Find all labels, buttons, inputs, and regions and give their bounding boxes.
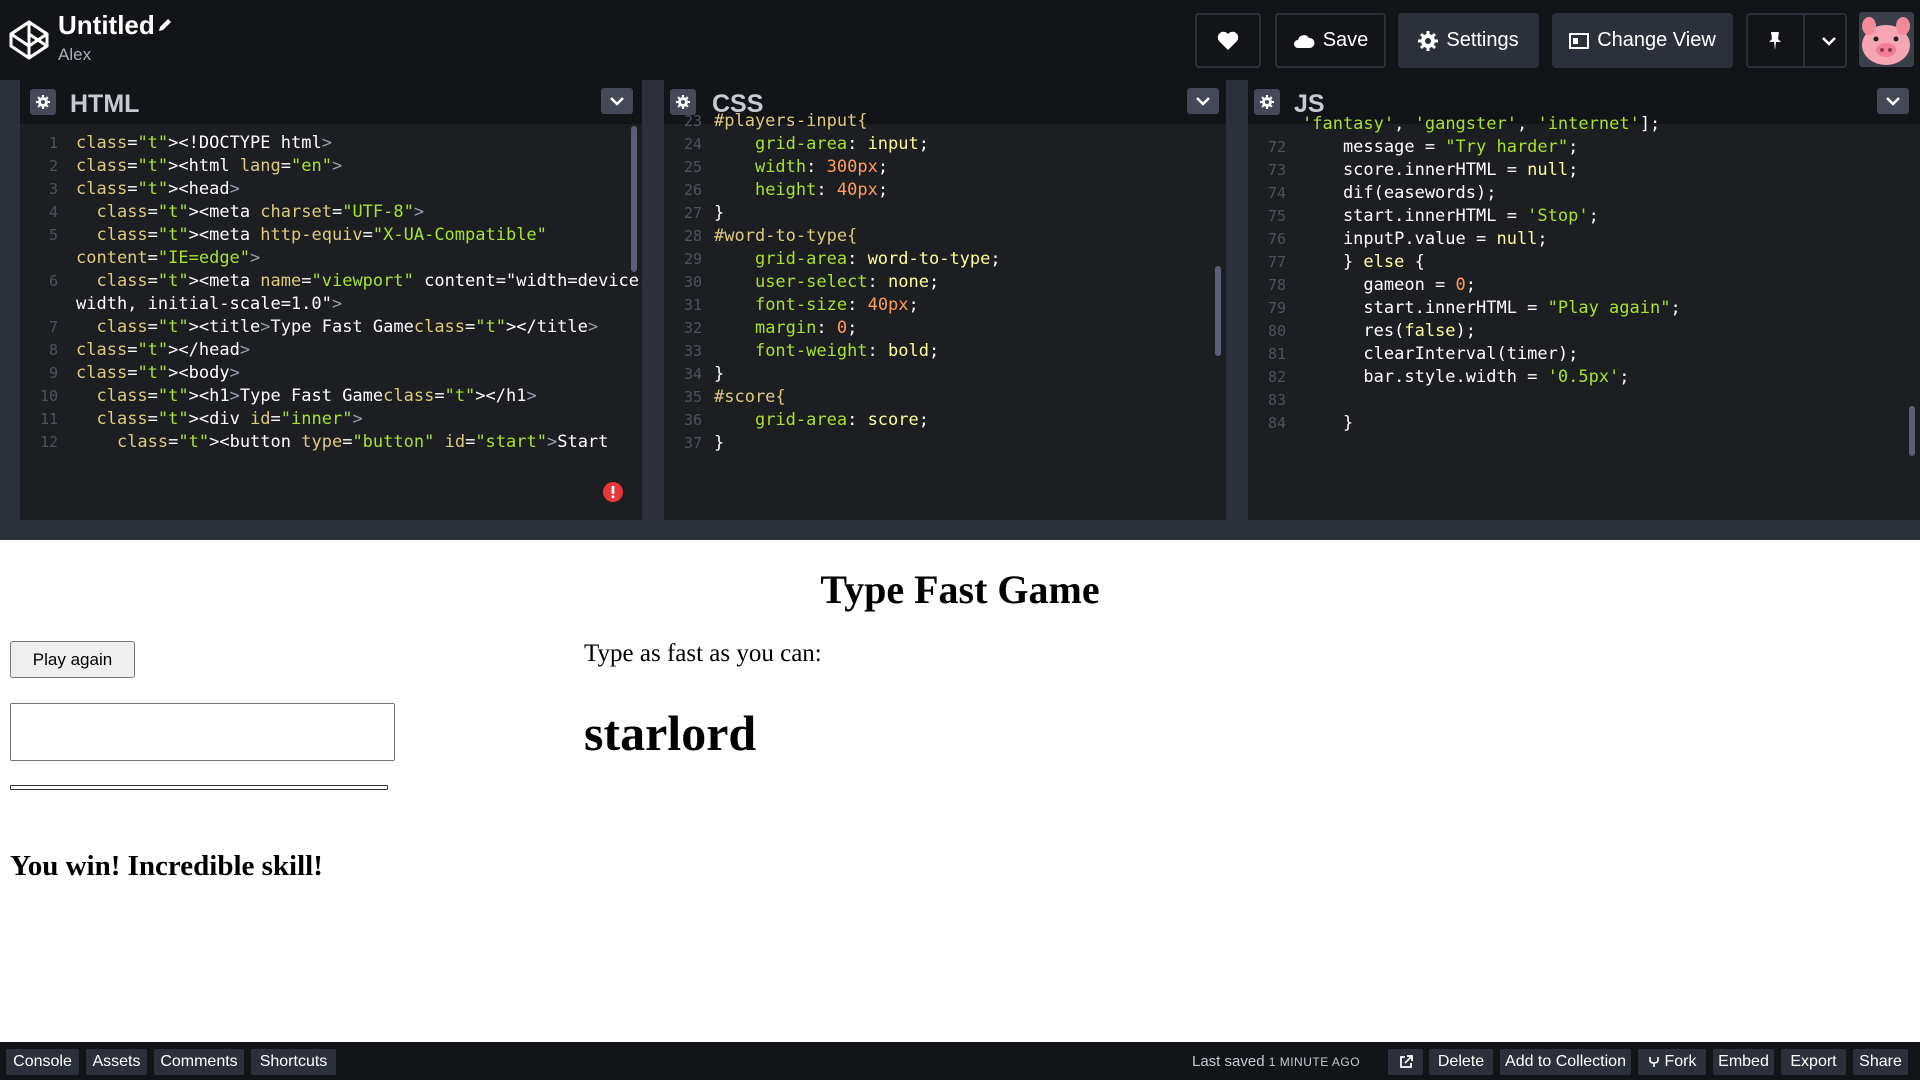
save-button[interactable]: Save (1275, 13, 1386, 68)
pin-dropdown-button[interactable] (1813, 15, 1845, 66)
line-number: 6 (48, 272, 58, 290)
external-link-icon (1399, 1055, 1413, 1068)
layout-icon (1569, 32, 1590, 49)
preview-resize-handle[interactable] (0, 520, 1920, 540)
pin-button[interactable] (1748, 15, 1805, 66)
css-editor-pane: CSS 23 #players-input{24 grid-area: input… (664, 80, 1226, 520)
change-view-button[interactable]: Change View (1552, 13, 1733, 68)
avatar[interactable] (1859, 12, 1914, 67)
app-footer: Console Assets Comments Shortcuts Last s… (0, 1042, 1920, 1080)
word-to-type: starlord (584, 705, 757, 761)
code-line: } (714, 433, 725, 453)
settings-button[interactable]: Settings (1398, 13, 1539, 68)
code-line: grid-area: score; (754, 410, 929, 430)
result-preview: Type Fast Game Play again You win! Incre… (0, 540, 1920, 1042)
html-editor-header: HTML (20, 80, 642, 124)
comments-button[interactable]: Comments (154, 1049, 244, 1075)
cloud-icon (1293, 34, 1315, 48)
js-code-area[interactable]: 'fantasy', 'gangster', 'internet']; 72 me… (1248, 114, 1920, 520)
play-again-button[interactable]: Play again (10, 641, 135, 678)
export-button[interactable]: Export (1781, 1049, 1846, 1075)
open-in-new-window-button[interactable] (1388, 1049, 1423, 1075)
js-editor-scrollbar[interactable] (1909, 406, 1915, 456)
js-settings-button[interactable] (1254, 89, 1280, 115)
delete-button[interactable]: Delete (1429, 1049, 1493, 1075)
settings-label: Settings (1446, 29, 1519, 51)
css-editor-dropdown[interactable] (1187, 88, 1219, 114)
fork-button[interactable]: Fork (1638, 1049, 1706, 1075)
preview-heading: Type Fast Game (820, 567, 1100, 612)
share-button[interactable]: Share (1853, 1049, 1908, 1075)
html-settings-button[interactable] (30, 89, 56, 115)
html-code-area[interactable]: 1 class="t"><!DOCTYPE html> 2 class="t"><ht… (20, 124, 642, 520)
editor-gutter (0, 80, 20, 520)
js-editor-dropdown[interactable] (1877, 88, 1909, 114)
line-number: 5 (48, 226, 58, 244)
html-editor-pane: HTML 1 class="t"><!DOCTYPE html> 2 class="t… (20, 80, 642, 520)
code-line: height: 40px; (754, 180, 889, 200)
pencil-icon[interactable] (156, 16, 174, 34)
chevron-down-icon (610, 97, 624, 106)
chevron-down-icon (1822, 36, 1836, 46)
gear-icon (1260, 95, 1274, 109)
code-line: } (1302, 413, 1354, 433)
resize-handle[interactable] (1226, 80, 1248, 520)
last-saved-ago: 1 MINUTE AGO (1268, 1055, 1361, 1069)
line-number: 12 (39, 433, 58, 451)
players-input[interactable] (10, 703, 395, 761)
chevron-down-icon (1886, 97, 1900, 106)
pin-button-group (1746, 13, 1847, 68)
html-editor-dropdown[interactable] (601, 88, 633, 114)
add-to-collection-button[interactable]: Add to Collection (1500, 1049, 1631, 1075)
resize-handle[interactable] (642, 80, 664, 520)
pen-author[interactable]: Alex (58, 45, 91, 65)
assets-button[interactable]: Assets (86, 1049, 147, 1075)
change-view-label: Change View (1597, 29, 1716, 51)
console-button[interactable]: Console (6, 1049, 79, 1075)
line-number: 37 (683, 434, 702, 452)
avatar-pig (1859, 12, 1914, 67)
save-label: Save (1322, 29, 1369, 51)
embed-button[interactable]: Embed (1713, 1049, 1774, 1075)
code-line: class="t"><button type="button" id="star… (116, 432, 609, 452)
css-editor-scrollbar[interactable] (1215, 266, 1221, 356)
last-saved-label: Last saved (1192, 1053, 1265, 1070)
type-prompt: Type as fast as you can: (584, 640, 822, 667)
code-line: bar.style.width = '0.5px'; (1302, 367, 1630, 387)
last-saved-status: Last saved 1 MINUTE AGO (1192, 1053, 1360, 1070)
line-number: 84 (1267, 414, 1286, 432)
result-message: You win! Incredible skill! (10, 850, 323, 882)
gear-icon (1418, 30, 1439, 51)
timer-bar (10, 785, 388, 790)
gear-icon (36, 95, 50, 109)
html-editor-scrollbar[interactable] (631, 126, 637, 272)
pen-title[interactable]: Untitled (58, 10, 155, 41)
pin-icon (1769, 31, 1782, 50)
html-editor-title: HTML (70, 90, 140, 118)
fork-label: Fork (1664, 1053, 1697, 1070)
heart-button[interactable] (1195, 13, 1261, 68)
chevron-down-icon (1196, 97, 1210, 106)
css-code-area[interactable]: 23 #players-input{24 grid-area: input; 25 … (664, 111, 1226, 520)
codepen-logo-icon[interactable] (8, 19, 50, 61)
heart-icon (1217, 31, 1239, 50)
js-editor-pane: JS 'fantasy', 'gangster', 'internet']; 72… (1248, 80, 1920, 520)
error-icon[interactable] (603, 482, 623, 502)
shortcuts-button[interactable]: Shortcuts (251, 1049, 336, 1075)
code-line: font-weight: bold; (754, 341, 940, 361)
app-header: Untitled Alex Save Settings Change View (0, 0, 1920, 80)
fork-icon (1648, 1057, 1659, 1067)
